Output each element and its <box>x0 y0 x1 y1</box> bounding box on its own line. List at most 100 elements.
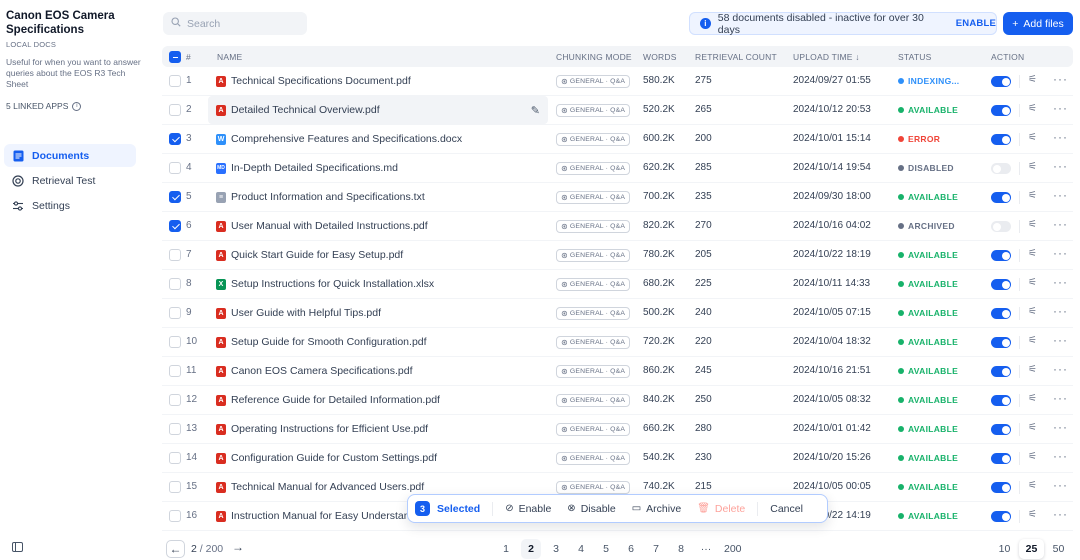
document-name-cell[interactable]: W Comprehensive Features and Specificatio… <box>208 125 548 153</box>
document-name-cell[interactable]: A Configuration Guide for Custom Settings… <box>208 444 548 472</box>
row-checkbox[interactable] <box>169 191 181 203</box>
enable-toggle[interactable] <box>991 163 1011 174</box>
more-options-icon[interactable]: ··· <box>1053 507 1068 521</box>
more-options-icon[interactable]: ··· <box>1053 333 1068 347</box>
more-options-icon[interactable]: ··· <box>1053 362 1068 376</box>
sidebar-item-settings[interactable]: Settings <box>4 194 136 217</box>
enable-toggle[interactable] <box>991 337 1011 348</box>
page-button[interactable]: 4 <box>571 539 591 559</box>
document-name[interactable]: User Manual with Detailed Instructions.p… <box>231 220 428 232</box>
row-checkbox[interactable] <box>169 104 181 116</box>
document-name-cell[interactable]: A Detailed Technical Overview.pdf ✎ <box>208 96 548 124</box>
segment-settings-icon[interactable]: ⚟ <box>1028 219 1037 230</box>
sidebar-collapse-icon[interactable] <box>12 542 23 552</box>
page-size-option[interactable]: 25 <box>1019 539 1044 559</box>
document-name[interactable]: Comprehensive Features and Specification… <box>231 133 462 145</box>
page-button[interactable]: 8 <box>671 539 691 559</box>
header-upload-time[interactable]: UPLOAD TIME ↓ <box>793 52 860 62</box>
table-row[interactable]: 6 A User Manual with Detailed Instructions… <box>162 212 1073 241</box>
more-options-icon[interactable]: ··· <box>1053 159 1068 173</box>
batch-archive-button[interactable]: ▭ Archive <box>632 503 681 515</box>
segment-settings-icon[interactable]: ⚟ <box>1028 306 1037 317</box>
document-name-cell[interactable]: A Operating Instructions for Efficient Us… <box>208 415 548 443</box>
document-name-cell[interactable]: A Reference Guide for Detailed Informatio… <box>208 386 548 414</box>
enable-toggle[interactable] <box>991 279 1011 290</box>
table-row[interactable]: 7 A Quick Start Guide for Easy Setup.pdf ⊛ G… <box>162 241 1073 270</box>
segment-settings-icon[interactable]: ⚟ <box>1028 277 1037 288</box>
batch-enable-button[interactable]: ⊘ Enable <box>505 503 551 515</box>
document-name[interactable]: Detailed Technical Overview.pdf <box>231 104 380 116</box>
segment-settings-icon[interactable]: ⚟ <box>1028 132 1037 143</box>
table-row[interactable]: 13 A Operating Instructions for Efficient … <box>162 415 1073 444</box>
batch-disable-button[interactable]: ⊗ Disable <box>567 503 615 515</box>
document-name[interactable]: Quick Start Guide for Easy Setup.pdf <box>231 249 403 261</box>
row-checkbox[interactable] <box>169 423 181 435</box>
document-name[interactable]: Technical Specifications Document.pdf <box>231 75 411 87</box>
table-row[interactable]: 11 A Canon EOS Camera Specifications.pdf ⊛ G… <box>162 357 1073 386</box>
table-row[interactable]: 5 ≡ Product Information and Specifications… <box>162 183 1073 212</box>
table-row[interactable]: 4 MD In-Depth Detailed Specifications.md ⊛ G… <box>162 154 1073 183</box>
page-button[interactable]: 3 <box>546 539 566 559</box>
enable-toggle[interactable] <box>991 511 1011 522</box>
table-row[interactable]: 2 A Detailed Technical Overview.pdf ✎ ⊛ GENER… <box>162 96 1073 125</box>
page-button[interactable]: 200 <box>721 539 745 559</box>
row-checkbox[interactable] <box>169 75 181 87</box>
enable-toggle[interactable] <box>991 134 1011 145</box>
table-row[interactable]: 9 A User Guide with Helpful Tips.pdf ⊛ GENER… <box>162 299 1073 328</box>
row-checkbox[interactable] <box>169 452 181 464</box>
page-button[interactable]: 7 <box>646 539 666 559</box>
more-options-icon[interactable]: ··· <box>1053 304 1068 318</box>
enable-toggle[interactable] <box>991 395 1011 406</box>
more-options-icon[interactable]: ··· <box>1053 391 1068 405</box>
segment-settings-icon[interactable]: ⚟ <box>1028 480 1037 491</box>
segment-settings-icon[interactable]: ⚟ <box>1028 161 1037 172</box>
page-size-option[interactable]: 50 <box>1046 539 1071 559</box>
notice-enable-button[interactable]: ENABLE <box>956 18 996 29</box>
document-name[interactable]: Reference Guide for Detailed Information… <box>231 394 440 406</box>
row-checkbox[interactable] <box>169 133 181 145</box>
row-checkbox[interactable] <box>169 336 181 348</box>
document-name-cell[interactable]: A Quick Start Guide for Easy Setup.pdf <box>208 241 548 269</box>
row-checkbox[interactable] <box>169 162 181 174</box>
linked-apps[interactable]: 5 LINKED APPS i <box>6 101 82 111</box>
more-options-icon[interactable]: ··· <box>1053 275 1068 289</box>
document-name-cell[interactable]: ≡ Product Information and Specifications.… <box>208 183 548 211</box>
document-name-cell[interactable]: A User Guide with Helpful Tips.pdf <box>208 299 548 327</box>
document-name[interactable]: Technical Manual for Advanced Users.pdf <box>231 481 424 493</box>
document-name[interactable]: Configuration Guide for Custom Settings.… <box>231 452 437 464</box>
document-name[interactable]: Product Information and Specifications.t… <box>231 191 425 203</box>
document-name-cell[interactable]: A Setup Guide for Smooth Configuration.pd… <box>208 328 548 356</box>
segment-settings-icon[interactable]: ⚟ <box>1028 422 1037 433</box>
more-options-icon[interactable]: ··· <box>1053 101 1068 115</box>
sidebar-item-documents[interactable]: Documents <box>4 144 136 167</box>
segment-settings-icon[interactable]: ⚟ <box>1028 364 1037 375</box>
segment-settings-icon[interactable]: ⚟ <box>1028 393 1037 404</box>
enable-toggle[interactable] <box>991 308 1011 319</box>
search-box[interactable] <box>163 12 307 35</box>
more-options-icon[interactable]: ··· <box>1053 130 1068 144</box>
enable-toggle[interactable] <box>991 76 1011 87</box>
page-button[interactable]: 2 <box>521 539 541 559</box>
batch-cancel-button[interactable]: Cancel <box>770 503 803 515</box>
document-name-cell[interactable]: MD In-Depth Detailed Specifications.md <box>208 154 548 182</box>
more-options-icon[interactable]: ··· <box>1053 246 1068 260</box>
page-size-option[interactable]: 10 <box>992 539 1017 559</box>
enable-toggle[interactable] <box>991 105 1011 116</box>
sidebar-item-retrieval-test[interactable]: Retrieval Test <box>4 169 136 192</box>
table-row[interactable]: 1 A Technical Specifications Document.pdf ⊛… <box>162 67 1073 96</box>
page-button[interactable]: 6 <box>621 539 641 559</box>
row-checkbox[interactable] <box>169 307 181 319</box>
segment-settings-icon[interactable]: ⚟ <box>1028 74 1037 85</box>
row-checkbox[interactable] <box>169 278 181 290</box>
current-page-number[interactable]: 2 <box>191 543 197 555</box>
more-options-icon[interactable]: ··· <box>1053 420 1068 434</box>
enable-toggle[interactable] <box>991 192 1011 203</box>
segment-settings-icon[interactable]: ⚟ <box>1028 451 1037 462</box>
enable-toggle[interactable] <box>991 482 1011 493</box>
search-input[interactable] <box>187 17 297 30</box>
info-icon[interactable]: i <box>72 101 82 111</box>
row-checkbox[interactable] <box>169 481 181 493</box>
segment-settings-icon[interactable]: ⚟ <box>1028 509 1037 520</box>
segment-settings-icon[interactable]: ⚟ <box>1028 190 1037 201</box>
document-name-cell[interactable]: A User Manual with Detailed Instructions.… <box>208 212 548 240</box>
